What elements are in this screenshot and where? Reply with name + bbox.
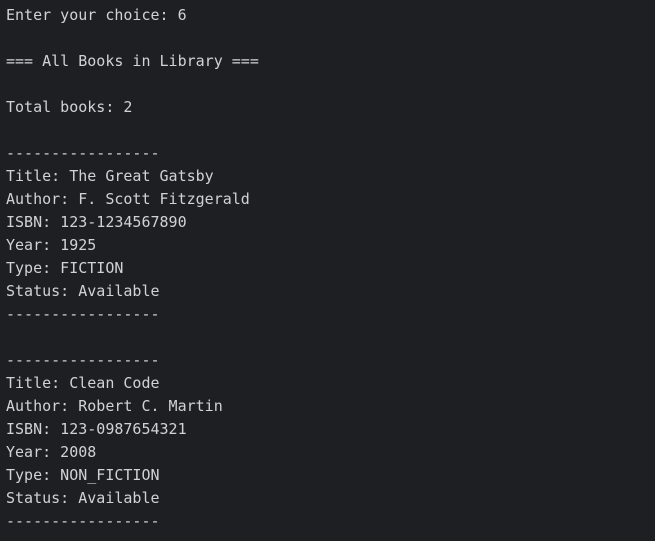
book-isbn-line: ISBN: 123-1234567890 [6, 213, 187, 231]
book-title-line: Title: Clean Code [6, 374, 160, 392]
terminal-output[interactable]: Enter your choice: 6 === All Books in Li… [0, 0, 655, 541]
book-year-line: Year: 2008 [6, 443, 97, 461]
book-status-line: Status: Available [6, 489, 160, 507]
total-books-line: Total books: 2 [6, 98, 133, 116]
book-author-line: Author: F. Scott Fitzgerald [6, 190, 250, 208]
separator-line: ----------------- [6, 351, 160, 369]
section-header: === All Books in Library === [6, 52, 259, 70]
prompt-line: Enter your choice: 6 [6, 6, 187, 24]
book-type-line: Type: FICTION [6, 259, 124, 277]
book-author-line: Author: Robert C. Martin [6, 397, 223, 415]
book-type-line: Type: NON_FICTION [6, 466, 160, 484]
book-title-line: Title: The Great Gatsby [6, 167, 214, 185]
separator-line: ----------------- [6, 305, 160, 323]
separator-line: ----------------- [6, 144, 160, 162]
book-isbn-line: ISBN: 123-0987654321 [6, 420, 187, 438]
book-status-line: Status: Available [6, 282, 160, 300]
book-year-line: Year: 1925 [6, 236, 97, 254]
separator-line: ----------------- [6, 512, 160, 530]
